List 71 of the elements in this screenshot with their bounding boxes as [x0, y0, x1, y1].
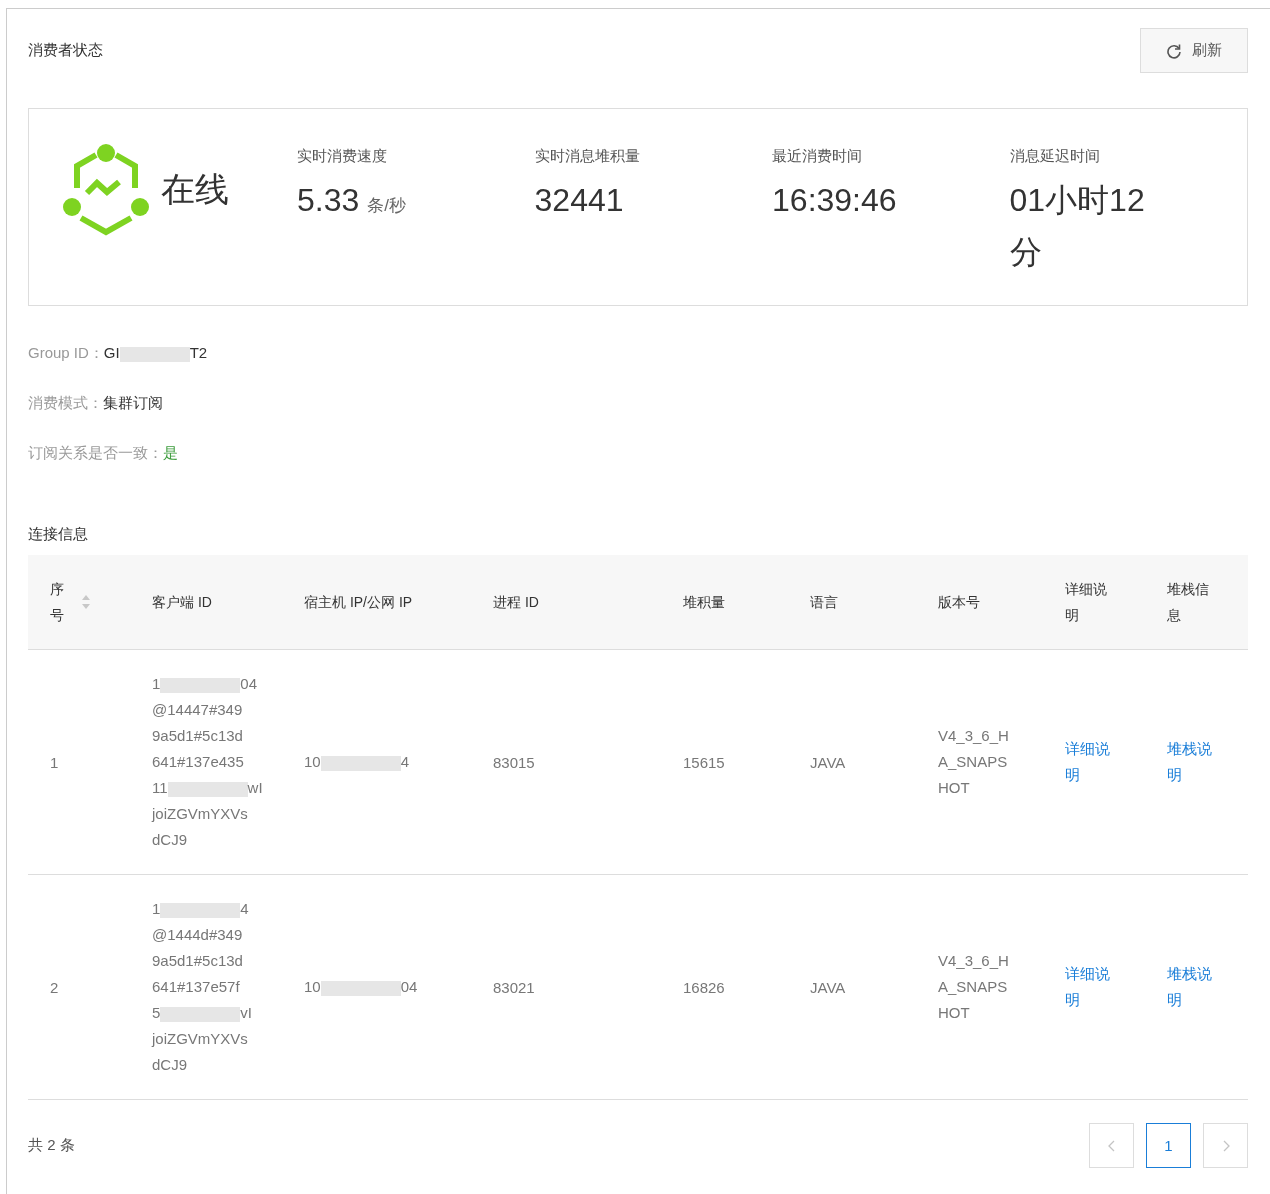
text: 04 [400, 978, 418, 996]
total-count: 共 2 条 [28, 1136, 75, 1155]
table-cell-text: 9a5d1#5c13d [152, 726, 244, 746]
column-header: 客户端 ID [152, 593, 212, 612]
table-cell-text: dCJ9 [152, 830, 189, 850]
column-header: 序号 [50, 580, 65, 625]
table-cell: 1 [50, 753, 59, 771]
table-cell: JAVA [810, 753, 846, 771]
stat-label: 实时消费速度 [297, 147, 389, 166]
chevron-left-icon [1106, 1138, 1117, 1153]
refresh-button[interactable]: 刷新 [1140, 28, 1248, 73]
stat-label: 实时消息堆积量 [534, 147, 641, 166]
text: GI [103, 344, 120, 361]
stat-label: 最近消费时间 [772, 147, 864, 166]
redaction-mark [119, 346, 190, 362]
column-header: 详细说明 [1065, 580, 1108, 625]
column-header: 语言 [810, 593, 838, 612]
section-title: 连接信息 [28, 525, 89, 544]
table-cell-text: @1444d#349 [152, 925, 244, 945]
text: T2 [189, 344, 208, 361]
text: 04 [240, 675, 258, 692]
table-cell-text: joiZGVmYXVs [152, 804, 249, 824]
table-cell: 15615 [683, 753, 725, 771]
field-value: 集群订阅 [103, 394, 163, 411]
text: 10 [304, 753, 321, 771]
field-label: 订阅关系是否一致： [28, 444, 163, 461]
refresh-icon [1166, 42, 1182, 59]
stat-unit: 条/秒 [367, 196, 407, 215]
column-header: 进程 ID [493, 593, 539, 612]
field-value: 是 [163, 444, 178, 461]
field-label: Group ID： [28, 344, 104, 361]
table-cell: 83015 [493, 753, 535, 771]
stat-value: 16:39:46 [772, 182, 897, 218]
column-header: 版本号 [938, 593, 980, 612]
stat-value: 5.33 [297, 182, 360, 218]
table-cell-text: joiZGVmYXVs [152, 1029, 249, 1049]
table-cell-text: @14447#349 [152, 700, 244, 720]
text: 1 [152, 675, 161, 692]
text: 5 [152, 1004, 161, 1021]
column-header: 宿主机 IP/公网 IP [304, 593, 413, 612]
text: 11 [152, 779, 168, 796]
detail-link[interactable]: 详细说明 [1065, 736, 1113, 788]
stat-label: 消息延迟时间 [1009, 147, 1101, 166]
table-cell-text: 9a5d1#5c13d [152, 951, 244, 971]
status-label: 在线 [161, 169, 229, 210]
text: 1 [152, 900, 161, 917]
stack-link[interactable]: 堆栈说明 [1167, 961, 1215, 1013]
table-cell-text: 641#137e57f [152, 977, 241, 997]
text: wI [247, 779, 263, 796]
text: 4 [400, 753, 410, 771]
page-button[interactable]: 1 [1146, 1123, 1191, 1168]
field-label: 消费模式： [28, 394, 103, 411]
table-cell: 16826 [683, 978, 725, 996]
table-cell-text: V4_3_6_H A_SNAPS HOT [938, 726, 1010, 798]
section-title: 消费者状态 [28, 41, 103, 60]
table-cell: 2 [50, 978, 59, 996]
table-cell-text: dCJ9 [152, 1055, 189, 1075]
stack-link[interactable]: 堆栈说明 [1167, 736, 1215, 788]
table-cell-text: V4_3_6_H A_SNAPS HOT [938, 951, 1010, 1023]
table-cell-text: 641#137e435 [152, 752, 245, 772]
column-header: 堆栈信息 [1167, 580, 1210, 625]
table-cell: JAVA [810, 978, 846, 996]
text: 4 [240, 900, 249, 917]
stat-value: 32441 [534, 182, 624, 218]
column-header: 堆积量 [683, 593, 725, 612]
detail-link[interactable]: 详细说明 [1065, 961, 1113, 1013]
text: vI [240, 1004, 252, 1021]
sort-icon[interactable] [80, 593, 91, 611]
stat-value: 01小时12分 [1009, 182, 1145, 270]
text: 10 [304, 978, 321, 996]
table-cell: 83021 [493, 978, 535, 996]
